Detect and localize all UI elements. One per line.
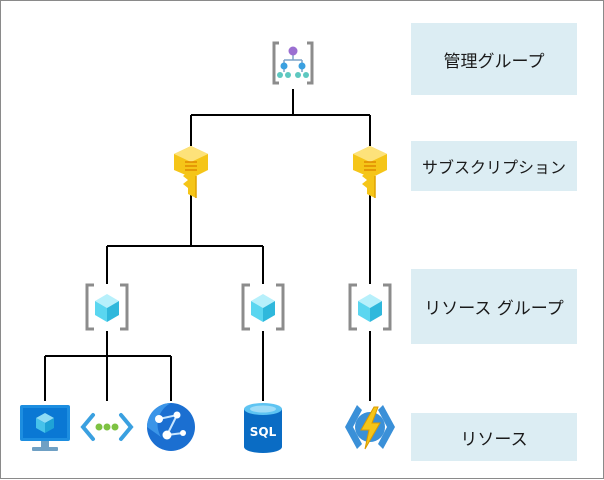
connector-rg1-to-resources [44, 331, 172, 401]
label-subscription: サブスクリプション [411, 141, 577, 191]
sql-label: SQL [250, 425, 277, 439]
resource-group-icon [85, 283, 129, 331]
web-app-icon [147, 403, 195, 451]
connector-sub1-to-rgs [106, 189, 264, 284]
label-resource-group: リソース グループ [411, 269, 577, 344]
function-app-icon [345, 405, 395, 450]
resource-group-icon [348, 283, 392, 331]
key-icon [174, 146, 208, 198]
resource-group-icon [241, 283, 285, 331]
hierarchy-diagram: SQL 管理グループ サブスクリプション リソース グループ リソース [0, 0, 604, 479]
label-management-group: 管理グループ [411, 23, 577, 95]
sql-database-icon: SQL [244, 403, 282, 453]
virtual-network-icon [80, 413, 134, 441]
label-resource: リソース [411, 413, 577, 461]
key-icon [353, 146, 387, 198]
virtual-machine-icon [20, 405, 70, 451]
management-group-icon [272, 41, 314, 85]
connector-mg-to-subscriptions [190, 89, 371, 146]
connector-lines [44, 89, 371, 401]
